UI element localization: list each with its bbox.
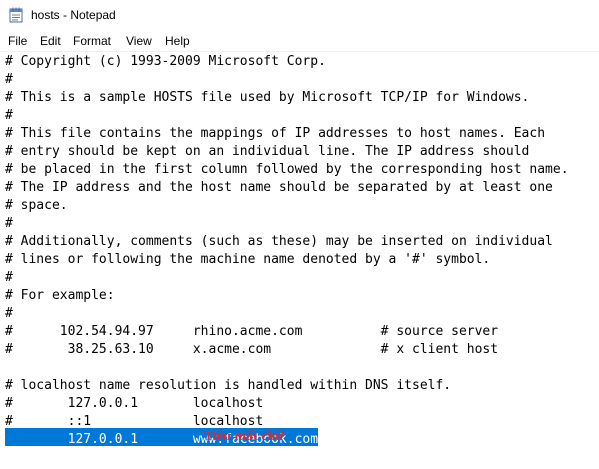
editor-line-text: # 102.54.94.97 rhino.acme.com # source s… [5,324,499,339]
menu-file[interactable]: File [8,33,27,49]
editor-line-text: # localhost name resolution is handled w… [5,378,452,393]
editor-line[interactable]: # lines or following the machine name de… [0,251,599,269]
editor-line[interactable]: # [0,269,599,287]
editor-line[interactable]: # Additionally, comments (such as these)… [0,233,599,251]
title-bar[interactable]: hosts - Notepad [0,0,599,30]
editor-line[interactable]: # space. [0,197,599,215]
menu-format[interactable]: Format [73,33,111,49]
editor-line[interactable]: # entry should be kept on an individual … [0,143,599,161]
menu-help[interactable]: Help [165,33,190,49]
editor-line[interactable]: # 38.25.63.10 x.acme.com # x client host [0,341,599,359]
notepad-window: hosts - Notepad File Edit Format View He… [0,0,599,469]
menu-edit[interactable]: Edit [40,33,61,49]
editor-line[interactable]: # [0,71,599,89]
editor-line-text: # be placed in the first column followed… [5,162,569,177]
editor-line-text: # [5,270,13,285]
editor-line[interactable]: # ::1 localhost [0,413,599,431]
editor-line-text: # For example: [5,288,115,303]
editor-line[interactable]: # Copyright (c) 1993-2009 Microsoft Corp… [0,53,599,71]
editor-line-text: # entry should be kept on an individual … [5,144,530,159]
editor-line-text: # [5,72,13,87]
editor-line-text: # 38.25.63.10 x.acme.com # x client host [5,342,499,357]
editor-line[interactable]: # 102.54.94.97 rhino.acme.com # source s… [0,323,599,341]
editor-line-text: # Additionally, comments (such as these)… [5,234,553,249]
editor-line[interactable]: # This is a sample HOSTS file used by Mi… [0,89,599,107]
editor-line-text: # [5,108,13,123]
editor-line-text: # 127.0.0.1 localhost [5,396,264,411]
editor-line-text: # This is a sample HOSTS file used by Mi… [5,90,530,105]
editor-line-text: # Copyright (c) 1993-2009 Microsoft Corp… [5,54,326,69]
editor-line-text: # space. [5,198,68,213]
editor-line[interactable] [0,359,599,377]
text-editor[interactable]: # Copyright (c) 1993-2009 Microsoft Corp… [0,52,599,469]
editor-line[interactable]: # 127.0.0.1 localhost [0,395,599,413]
menu-view[interactable]: View [126,33,152,49]
watermark-text: Tiêu mất chữ [204,429,284,444]
editor-line[interactable]: # For example: [0,287,599,305]
editor-line[interactable]: # [0,215,599,233]
editor-line[interactable]: # localhost name resolution is handled w… [0,377,599,395]
editor-line[interactable]: 127.0.0.1 www.facebook.com [0,431,599,449]
editor-line-text: # [5,216,13,231]
editor-line[interactable]: # [0,107,599,125]
editor-line-text: # The IP address and the host name shoul… [5,180,553,195]
editor-line-text: # [5,306,13,321]
menu-bar: File Edit Format View Help [0,31,599,51]
editor-line-text: # lines or following the machine name de… [5,252,491,267]
window-title: hosts - Notepad [31,8,116,22]
editor-line-text: # This file contains the mappings of IP … [5,126,546,141]
editor-line[interactable]: # be placed in the first column followed… [0,161,599,179]
notepad-icon [9,7,23,23]
editor-line[interactable]: # [0,305,599,323]
editor-line[interactable]: # The IP address and the host name shoul… [0,179,599,197]
editor-line[interactable]: # This file contains the mappings of IP … [0,125,599,143]
